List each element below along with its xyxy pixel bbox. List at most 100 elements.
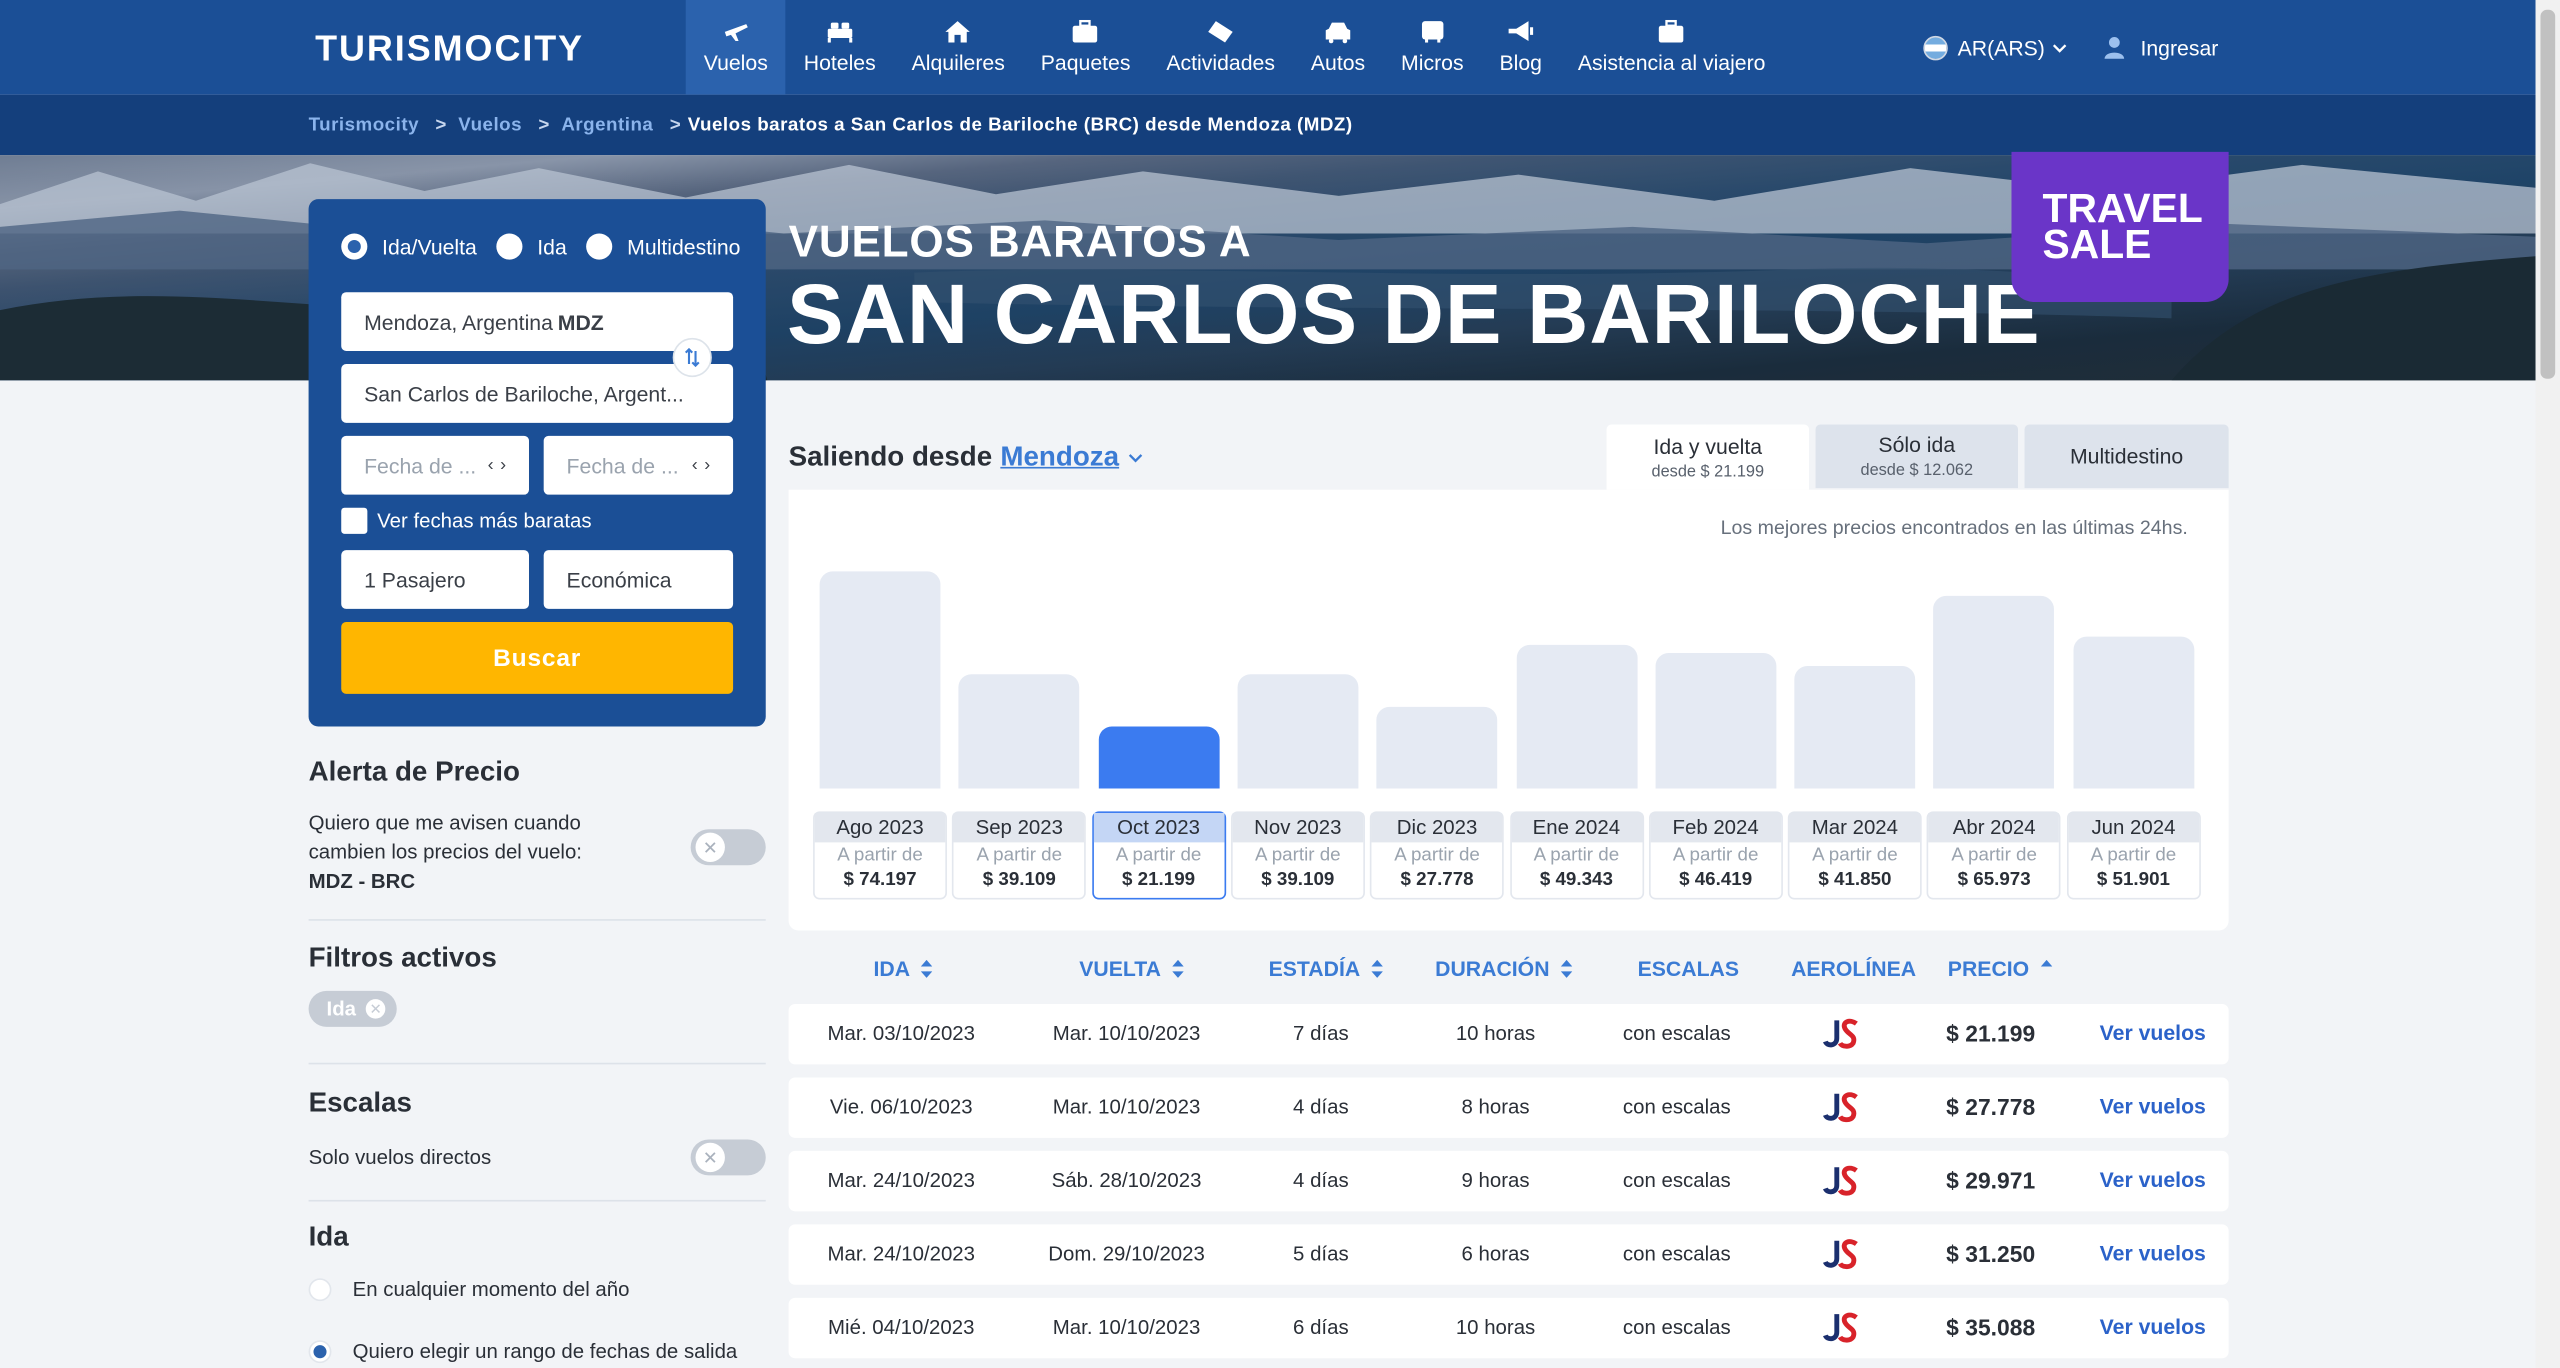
scrollbar-thumb[interactable] bbox=[2540, 9, 2556, 379]
breadcrumb-item-vuelos[interactable]: Vuelos bbox=[458, 115, 522, 135]
month-price-card[interactable]: Feb 2024 A partir de $ 46.419 bbox=[1648, 811, 1783, 900]
month-price-card[interactable]: Sep 2023 A partir de $ 39.109 bbox=[952, 811, 1087, 900]
table-row[interactable]: Mar. 24/10/2023 Sáb. 28/10/2023 4 días 9 ho… bbox=[788, 1150, 2229, 1212]
filter-chip-ida[interactable]: Ida ✕ bbox=[308, 990, 397, 1027]
chart-bar[interactable] bbox=[1376, 706, 1498, 789]
price-alert-toggle[interactable] bbox=[690, 829, 766, 866]
chart-bar[interactable] bbox=[2073, 636, 2194, 789]
chart-bar[interactable] bbox=[958, 674, 1080, 789]
close-icon[interactable]: ✕ bbox=[365, 999, 386, 1019]
month-price-card[interactable]: Nov 2023 A partir de $ 39.109 bbox=[1230, 811, 1365, 900]
trip-type-label: Multidestino bbox=[627, 234, 741, 259]
login-label: Ingresar bbox=[2140, 35, 2219, 60]
nav-item-vuelos[interactable]: Vuelos bbox=[685, 0, 786, 95]
trip-type-radio-multidestino[interactable] bbox=[586, 233, 613, 260]
direct-flights-toggle[interactable] bbox=[690, 1139, 766, 1176]
nav-item-label: Actividades bbox=[1166, 50, 1275, 76]
column-header-3[interactable]: DURACIÓN bbox=[1435, 957, 1573, 981]
cell-precio: $ 31.250 bbox=[1946, 1240, 2036, 1267]
breadcrumb-item-argentina[interactable]: Argentina bbox=[561, 115, 653, 135]
column-header-0[interactable]: IDA bbox=[873, 957, 933, 981]
month-price: $ 21.199 bbox=[1121, 870, 1196, 890]
chart-bar[interactable] bbox=[1237, 674, 1359, 789]
month-price-card[interactable]: Oct 2023 A partir de $ 21.199 bbox=[1091, 811, 1226, 900]
month-price-card[interactable]: Jun 2024 A partir de $ 51.901 bbox=[2066, 811, 2201, 900]
destination-field[interactable]: San Carlos de Bariloche, Argent... bbox=[341, 364, 734, 423]
ver-vuelos-link[interactable]: Ver vuelos bbox=[2100, 1020, 2206, 1044]
cabin-class-selector[interactable]: Económica bbox=[543, 550, 734, 609]
jetsmart-airline-logo-icon bbox=[1823, 1165, 1858, 1196]
return-date-field[interactable]: Fecha de ... ‹› bbox=[543, 435, 734, 495]
currency-selector[interactable]: AR(ARS) bbox=[1923, 0, 2068, 95]
cheapest-dates-checkbox[interactable]: Ver fechas más baratas bbox=[341, 507, 592, 534]
nav-item-actividades[interactable]: Actividades bbox=[1148, 0, 1292, 95]
top-navigation: TURISMOCITY Vuelos Hoteles Alquileres Paque… bbox=[0, 0, 2536, 95]
month-price-card[interactable]: Dic 2023 A partir de $ 27.778 bbox=[1370, 811, 1505, 900]
table-row[interactable]: Vie. 06/10/2023 Mar. 10/10/2023 4 días 8 ho… bbox=[788, 1077, 2229, 1138]
date-arrows-icon[interactable]: ‹› bbox=[692, 455, 717, 475]
chart-bar[interactable] bbox=[1933, 595, 2055, 789]
month-price-card[interactable]: Mar 2024 A partir de $ 41.850 bbox=[1787, 811, 1922, 900]
cell-precio: $ 27.778 bbox=[1946, 1093, 2036, 1120]
stops-title: Escalas bbox=[308, 1087, 413, 1119]
nav-item-hoteles[interactable]: Hoteles bbox=[786, 0, 894, 95]
departure-date-field[interactable]: Fecha de ... ‹› bbox=[341, 435, 529, 495]
cell-vuelta: Mar. 10/10/2023 bbox=[1052, 1315, 1201, 1339]
car-icon bbox=[1323, 20, 1352, 44]
chart-bar[interactable] bbox=[1098, 726, 1219, 789]
month-price-card[interactable]: Abr 2024 A partir de $ 65.973 bbox=[1927, 811, 2062, 900]
from-label: A partir de bbox=[976, 845, 1063, 866]
cell-ida: Mar. 24/10/2023 bbox=[827, 1242, 976, 1266]
ver-vuelos-link[interactable]: Ver vuelos bbox=[2100, 1314, 2206, 1338]
column-header-6[interactable]: PRECIO bbox=[1948, 957, 2053, 981]
login-button[interactable]: Ingresar bbox=[2103, 0, 2218, 95]
chart-bar[interactable] bbox=[1655, 653, 1777, 789]
nav-item-asistencia-al-viajero[interactable]: Asistencia al viajero bbox=[1560, 0, 1784, 95]
origin-city-link[interactable]: Mendoza bbox=[1000, 441, 1119, 474]
ver-vuelos-link[interactable]: Ver vuelos bbox=[2100, 1167, 2206, 1191]
swap-route-button[interactable] bbox=[672, 337, 712, 378]
cell-ida: Mié. 04/10/2023 bbox=[828, 1315, 975, 1339]
date-arrows-icon[interactable]: ‹› bbox=[488, 455, 513, 475]
tab-one-way[interactable]: Sólo ida desde $ 12.062 bbox=[1815, 424, 2019, 489]
search-button[interactable]: Buscar bbox=[341, 621, 734, 694]
travel-sale-badge[interactable]: TRAVEL SALE bbox=[2011, 151, 2229, 303]
column-header-1[interactable]: VUELTA bbox=[1079, 957, 1184, 981]
table-row[interactable]: Mié. 04/10/2023 Mar. 10/10/2023 6 días 10 h… bbox=[788, 1297, 2229, 1359]
trip-type-radio-ida-vuelta[interactable] bbox=[341, 233, 368, 260]
month-price-card[interactable]: Ago 2023 A partir de $ 74.197 bbox=[813, 811, 947, 900]
nav-item-autos[interactable]: Autos bbox=[1293, 0, 1383, 95]
checkbox-box[interactable] bbox=[341, 507, 368, 534]
breadcrumb-item-turismocity[interactable]: Turismocity bbox=[309, 115, 419, 135]
nav-item-paquetes[interactable]: Paquetes bbox=[1023, 0, 1149, 95]
nav-item-alquileres[interactable]: Alquileres bbox=[894, 0, 1023, 95]
table-row[interactable]: Mar. 03/10/2023 Mar. 10/10/2023 7 días 10 h… bbox=[788, 1003, 2229, 1065]
passengers-selector[interactable]: 1 Pasajero bbox=[341, 550, 529, 609]
origin-field[interactable]: Mendoza, Argentina MDZ bbox=[341, 292, 734, 351]
page-scrollbar[interactable] bbox=[2535, 0, 2560, 1368]
ver-vuelos-link[interactable]: Ver vuelos bbox=[2100, 1094, 2206, 1118]
month-price-card[interactable]: Ene 2024 A partir de $ 49.343 bbox=[1509, 811, 1644, 900]
chart-bar[interactable] bbox=[1794, 666, 1916, 789]
column-header-2[interactable]: ESTADÍA bbox=[1269, 957, 1384, 981]
nav-item-label: Autos bbox=[1310, 50, 1366, 76]
cell-ida: Mar. 24/10/2023 bbox=[827, 1168, 976, 1192]
hero-subtitle: VUELOS BARATOS A bbox=[788, 217, 1252, 267]
tab-multidestination[interactable]: Multidestino bbox=[2024, 424, 2229, 489]
turismocity-logo[interactable]: TURISMOCITY bbox=[315, 28, 584, 70]
chevron-down-icon[interactable] bbox=[1129, 450, 1144, 465]
table-row[interactable]: Mar. 24/10/2023 Dom. 29/10/2023 5 días 6 ho… bbox=[788, 1224, 2229, 1285]
departure-option-anytime[interactable]: En cualquier momento del año bbox=[308, 1278, 630, 1302]
nav-item-micros[interactable]: Micros bbox=[1383, 0, 1481, 95]
radio-button[interactable] bbox=[308, 1340, 332, 1364]
trip-type-radio-ida[interactable] bbox=[496, 233, 523, 260]
chart-bar[interactable] bbox=[1515, 644, 1637, 789]
ver-vuelos-link[interactable]: Ver vuelos bbox=[2100, 1241, 2206, 1265]
tab-round-trip[interactable]: Ida y vuelta desde $ 21.199 bbox=[1606, 424, 1810, 490]
from-label: A partir de bbox=[1255, 845, 1341, 866]
nav-item-blog[interactable]: Blog bbox=[1482, 0, 1560, 95]
departure-option-range[interactable]: Quiero elegir un rango de fechas de sali… bbox=[308, 1340, 737, 1364]
radio-button[interactable] bbox=[308, 1278, 332, 1302]
chart-bar[interactable] bbox=[819, 571, 941, 789]
cell-estadia: 6 días bbox=[1293, 1315, 1349, 1339]
